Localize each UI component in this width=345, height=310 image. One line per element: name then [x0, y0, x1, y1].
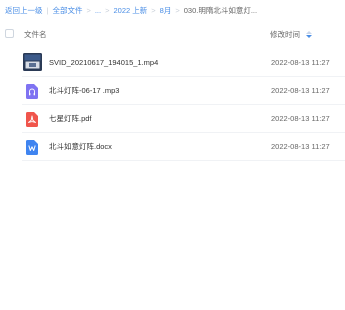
breadcrumb-separator: >: [86, 6, 91, 15]
file-modified-time: 2022-08-13 11:27: [271, 114, 330, 123]
file-name[interactable]: 北斗灯阵-06-17 .mp3: [49, 86, 119, 96]
breadcrumb-ellipsis[interactable]: ...: [95, 6, 101, 16]
breadcrumb-item-2022[interactable]: 2022 上新: [114, 6, 148, 16]
column-header-filename[interactable]: 文件名: [24, 29, 47, 40]
breadcrumb-item-all-files[interactable]: 全部文件: [52, 6, 82, 16]
breadcrumb-current-folder: 030.明隋北斗如意灯...: [183, 6, 258, 15]
breadcrumb-separator: >: [175, 6, 180, 15]
file-row[interactable]: 七星灯阵.pdf 2022-08-13 11:27: [0, 105, 345, 133]
breadcrumb: 返回上一级 | 全部文件 > ... > 2022 上新 > 8月 > 030.…: [5, 4, 257, 18]
file-name[interactable]: SVID_20210617_194015_1.mp4: [49, 58, 158, 68]
breadcrumb-separator: >: [151, 6, 156, 15]
file-name[interactable]: 七星灯阵.pdf: [49, 114, 92, 124]
row-divider: [22, 160, 345, 161]
file-modified-time: 2022-08-13 11:27: [271, 86, 330, 95]
select-all-checkbox[interactable]: [5, 29, 14, 38]
audio-file-icon: [26, 84, 38, 104]
sort-icon[interactable]: [306, 30, 312, 39]
column-header-modified-time[interactable]: 修改时间: [270, 29, 312, 40]
video-thumbnail-icon: [23, 53, 42, 76]
breadcrumb-item-august[interactable]: 8月: [160, 6, 172, 16]
file-modified-time: 2022-08-13 11:27: [271, 142, 330, 151]
file-row[interactable]: SVID_20210617_194015_1.mp4 2022-08-13 11…: [0, 49, 345, 77]
back-link[interactable]: 返回上一级: [5, 6, 43, 16]
file-name[interactable]: 北斗如意灯阵.docx: [49, 142, 112, 152]
file-list-header: 文件名 修改时间: [0, 24, 345, 44]
column-header-modified-time-label: 修改时间: [270, 30, 300, 39]
breadcrumb-separator: >: [105, 6, 110, 15]
file-row[interactable]: 北斗灯阵-06-17 .mp3 2022-08-13 11:27: [0, 77, 345, 105]
file-modified-time: 2022-08-13 11:27: [271, 58, 330, 67]
pdf-file-icon: [26, 112, 38, 132]
breadcrumb-separator: |: [46, 6, 49, 15]
file-row[interactable]: 北斗如意灯阵.docx 2022-08-13 11:27: [0, 133, 345, 161]
word-file-icon: [26, 140, 38, 160]
